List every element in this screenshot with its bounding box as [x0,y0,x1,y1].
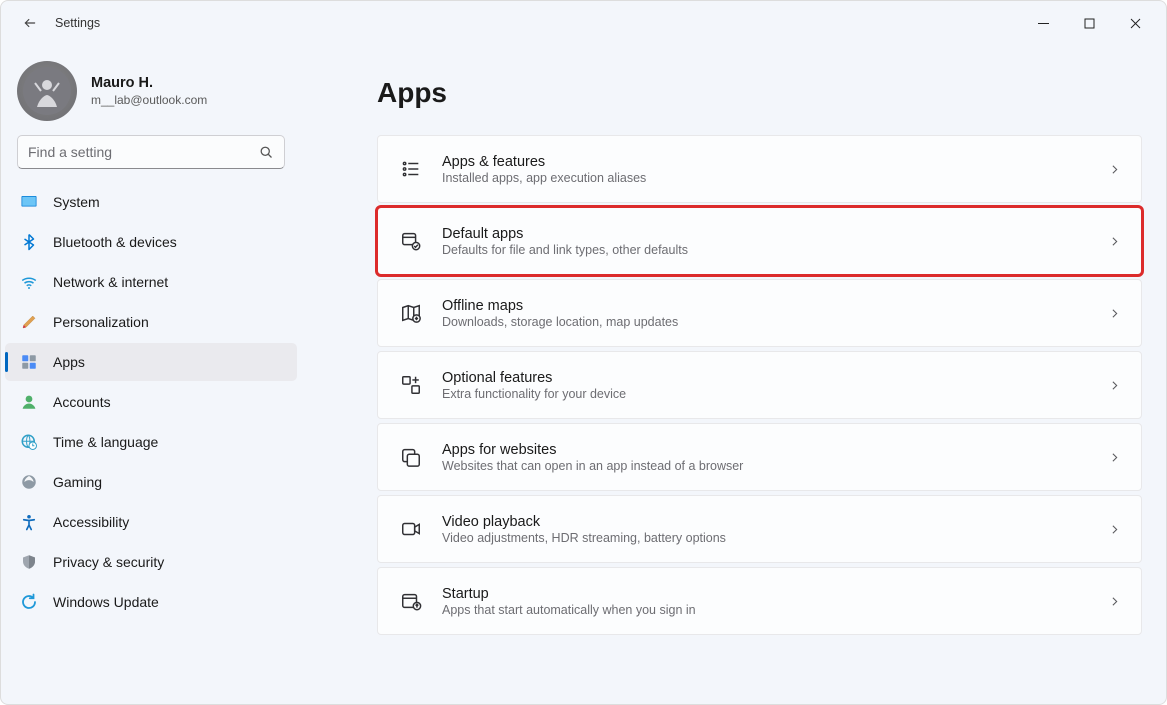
sidebar-item-label: Network & internet [53,274,168,290]
minimize-icon [1038,18,1049,29]
update-icon [19,592,39,612]
chevron-right-icon [1108,235,1121,248]
card-startup[interactable]: Startup Apps that start automatically wh… [377,567,1142,635]
sidebar-item-accounts[interactable]: Accounts [5,383,297,421]
sidebar-item-label: Bluetooth & devices [53,234,177,250]
sidebar-item-label: Accounts [53,394,111,410]
card-offline-maps[interactable]: Offline maps Downloads, storage location… [377,279,1142,347]
minimize-button[interactable] [1020,7,1066,39]
sidebar-item-system[interactable]: System [5,183,297,221]
sidebar-item-label: System [53,194,100,210]
sidebar-item-time[interactable]: Time & language [5,423,297,461]
features-icon [398,372,424,398]
bluetooth-icon [19,232,39,252]
card-subtitle: Defaults for file and link types, other … [442,243,1108,257]
card-title: Video playback [442,514,1108,530]
chevron-right-icon [1108,595,1121,608]
sidebar-item-label: Gaming [53,474,102,490]
globe-clock-icon [19,432,39,452]
window-title: Settings [55,16,100,30]
search-input[interactable] [28,144,259,160]
accessibility-icon [19,512,39,532]
sidebar: Mauro H. m__lab@outlook.com Syste [1,45,301,704]
card-optional-features[interactable]: Optional features Extra functionality fo… [377,351,1142,419]
cards-list: Apps & features Installed apps, app exec… [377,135,1142,635]
startup-icon [398,588,424,614]
chevron-right-icon [1108,451,1121,464]
paintbrush-icon [19,312,39,332]
card-title: Optional features [442,370,1108,386]
chevron-right-icon [1108,307,1121,320]
window-controls [1020,7,1158,39]
avatar-image [23,67,71,115]
list-icon [398,156,424,182]
websites-icon [398,444,424,470]
card-subtitle: Installed apps, app execution aliases [442,171,1108,185]
gaming-icon [19,472,39,492]
card-title: Offline maps [442,298,1108,314]
chevron-right-icon [1108,379,1121,392]
sidebar-item-label: Windows Update [53,594,159,610]
person-icon [19,392,39,412]
nav: System Bluetooth & devices Network & int… [1,179,301,625]
card-video-playback[interactable]: Video playback Video adjustments, HDR st… [377,495,1142,563]
user-email: m__lab@outlook.com [91,93,207,107]
sidebar-item-label: Accessibility [53,514,129,530]
card-title: Apps for websites [442,442,1108,458]
display-icon [19,192,39,212]
card-default-apps[interactable]: Default apps Defaults for file and link … [377,207,1142,275]
sidebar-item-label: Privacy & security [53,554,164,570]
card-subtitle: Extra functionality for your device [442,387,1108,401]
map-icon [398,300,424,326]
search-box[interactable] [17,135,285,169]
sidebar-item-update[interactable]: Windows Update [5,583,297,621]
card-apps-features[interactable]: Apps & features Installed apps, app exec… [377,135,1142,203]
sidebar-item-accessibility[interactable]: Accessibility [5,503,297,541]
card-apps-websites[interactable]: Apps for websites Websites that can open… [377,423,1142,491]
shield-icon [19,552,39,572]
card-subtitle: Downloads, storage location, map updates [442,315,1108,329]
sidebar-item-label: Apps [53,354,85,370]
close-button[interactable] [1112,7,1158,39]
chevron-right-icon [1108,163,1121,176]
sidebar-item-label: Time & language [53,434,158,450]
apps-icon [19,352,39,372]
title-bar: Settings [1,1,1166,45]
wifi-icon [19,272,39,292]
sidebar-item-bluetooth[interactable]: Bluetooth & devices [5,223,297,261]
arrow-left-icon [23,16,37,30]
card-subtitle: Video adjustments, HDR streaming, batter… [442,531,1108,545]
maximize-icon [1084,18,1095,29]
page-title: Apps [377,77,1142,109]
sidebar-item-network[interactable]: Network & internet [5,263,297,301]
user-name: Mauro H. [91,75,207,91]
user-block[interactable]: Mauro H. m__lab@outlook.com [1,53,301,135]
sidebar-item-personalization[interactable]: Personalization [5,303,297,341]
sidebar-item-gaming[interactable]: Gaming [5,463,297,501]
maximize-button[interactable] [1066,7,1112,39]
close-icon [1130,18,1141,29]
default-apps-icon [398,228,424,254]
card-title: Startup [442,586,1108,602]
video-icon [398,516,424,542]
sidebar-item-label: Personalization [53,314,149,330]
card-subtitle: Apps that start automatically when you s… [442,603,1108,617]
card-subtitle: Websites that can open in an app instead… [442,459,1108,473]
chevron-right-icon [1108,523,1121,536]
back-button[interactable] [15,8,45,38]
sidebar-item-privacy[interactable]: Privacy & security [5,543,297,581]
main-content: Apps Apps & features Installed apps, app… [301,45,1166,704]
card-title: Apps & features [442,154,1108,170]
sidebar-item-apps[interactable]: Apps [5,343,297,381]
card-title: Default apps [442,226,1108,242]
settings-window: Settings [0,0,1167,705]
avatar [17,61,77,121]
search-icon [259,145,274,160]
